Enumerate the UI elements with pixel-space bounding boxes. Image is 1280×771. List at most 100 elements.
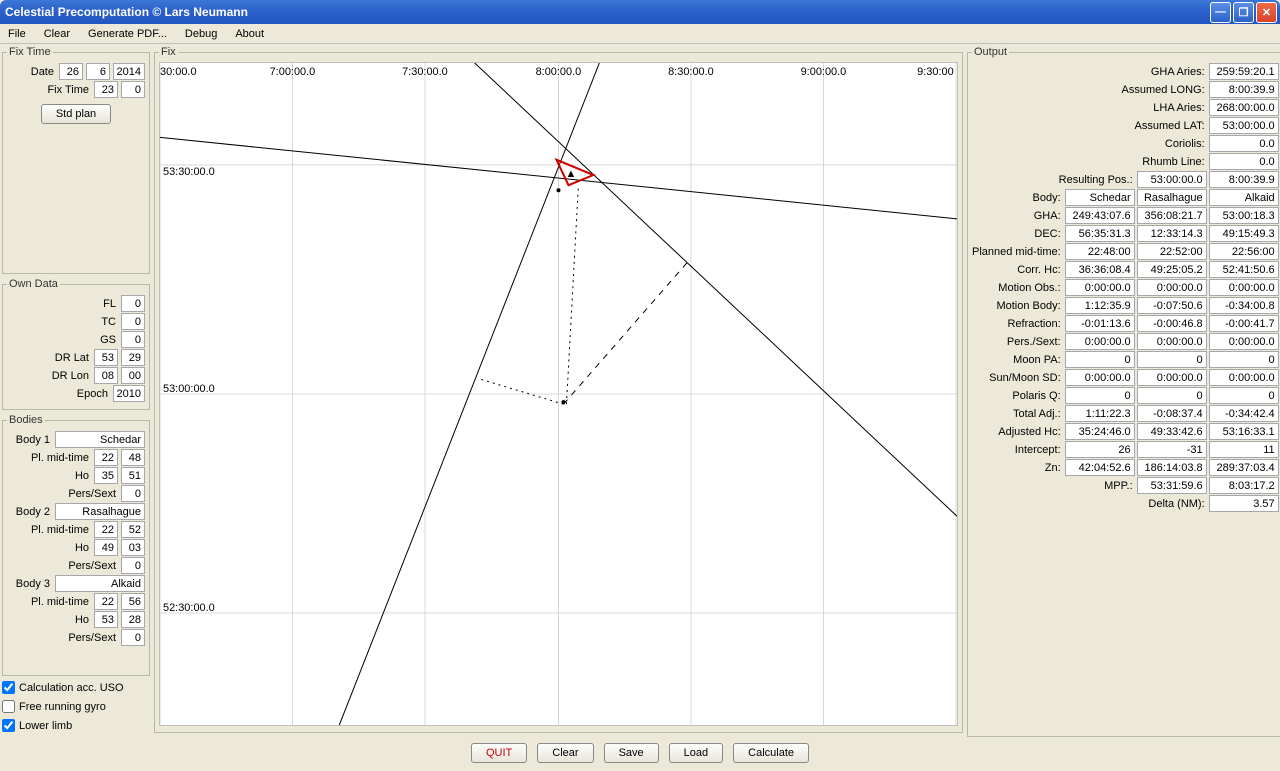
output-label: Adjusted Hc: — [998, 426, 1062, 438]
output-value: 1:12:35.9 — [1065, 297, 1135, 314]
owndata-group: Own Data FL TC GS DR Lat DR Lon Epoch — [2, 278, 150, 410]
output-value: 56:35:31.3 — [1065, 225, 1135, 242]
output-row: Corr. Hc:36:36:08.449:25:05.252:41:50.6 — [972, 261, 1279, 278]
menu-clear[interactable]: Clear — [40, 26, 74, 42]
output-label: DEC: — [1034, 228, 1062, 240]
std-plan-button[interactable]: Std plan — [41, 104, 111, 124]
date-day-input[interactable] — [59, 63, 83, 80]
output-label: Motion Body: — [996, 300, 1062, 312]
output-value: 52:41:50.6 — [1209, 261, 1279, 278]
body3-ho-m-input[interactable] — [121, 611, 145, 628]
output-legend: Output — [972, 46, 1009, 58]
minimize-button[interactable]: — — [1210, 2, 1231, 23]
bodies-group: Bodies Body 1 Pl. mid-time Ho Pers/Sext … — [2, 414, 150, 676]
output-label: Zn: — [1045, 462, 1063, 474]
body3-mid-m-input[interactable] — [121, 593, 145, 610]
output-value: 0 — [1209, 387, 1279, 404]
load-button[interactable]: Load — [669, 743, 723, 763]
output-value: Alkaid — [1209, 189, 1279, 206]
epoch-input[interactable] — [113, 385, 145, 402]
tc-input[interactable] — [121, 313, 145, 330]
gs-input[interactable] — [121, 331, 145, 348]
output-row: Delta (NM):3.57 — [972, 495, 1279, 512]
output-value: 36:36:08.4 — [1065, 261, 1135, 278]
output-value: 356:08:21.7 — [1137, 207, 1207, 224]
output-value: 22:52:00 — [1137, 243, 1207, 260]
output-value: 26 — [1065, 441, 1135, 458]
body1-mid-m-input[interactable] — [121, 449, 145, 466]
body3-ho-label: Ho — [75, 614, 89, 626]
output-label: Pers./Sext: — [1007, 336, 1063, 348]
svg-text:8:00:00.0: 8:00:00.0 — [536, 66, 582, 78]
output-label: Rhumb Line: — [1142, 156, 1206, 168]
output-value: -0:00:41.7 — [1209, 315, 1279, 332]
drlat-deg-input[interactable] — [94, 349, 118, 366]
body3-mid-h-input[interactable] — [94, 593, 118, 610]
output-value: 53:00:00.0 — [1209, 117, 1279, 134]
fl-input[interactable] — [121, 295, 145, 312]
fixtime-hour-input[interactable] — [94, 81, 118, 98]
body1-ps-input[interactable] — [121, 485, 145, 502]
fix-plot[interactable]: ▲ 30:00.0 7:00:00.0 7:30:00.0 8:00:00.0 … — [159, 62, 958, 726]
save-button[interactable]: Save — [604, 743, 659, 763]
svg-text:9:30:00: 9:30:00 — [917, 66, 954, 78]
maximize-button[interactable]: ❐ — [1233, 2, 1254, 23]
body1-ho-m-input[interactable] — [121, 467, 145, 484]
titlebar: Celestial Precomputation © Lars Neumann … — [0, 0, 1280, 24]
body2-ho-d-input[interactable] — [94, 539, 118, 556]
output-row: GHA:249:43:07.6356:08:21.753:00:18.3 — [972, 207, 1279, 224]
output-row: Total Adj.:1:11:22.3-0:08:37.4-0:34:42.4 — [972, 405, 1279, 422]
fixtime-min-input[interactable] — [121, 81, 145, 98]
output-row: Motion Body:1:12:35.9-0:07:50.6-0:34:00.… — [972, 297, 1279, 314]
output-row: Pers./Sext:0:00:00.00:00:00.00:00:00.0 — [972, 333, 1279, 350]
body1-ho-d-input[interactable] — [94, 467, 118, 484]
body2-mid-label: Pl. mid-time — [31, 524, 89, 536]
output-value: 186:14:03.8 — [1137, 459, 1207, 476]
body3-ps-input[interactable] — [121, 629, 145, 646]
menu-debug[interactable]: Debug — [181, 26, 221, 42]
output-value: 0:00:00.0 — [1065, 279, 1135, 296]
output-value: Rasalhague — [1137, 189, 1207, 206]
uso-checkbox[interactable] — [2, 681, 15, 694]
output-value: 53:00:18.3 — [1209, 207, 1279, 224]
menu-about[interactable]: About — [231, 26, 268, 42]
body2-ho-m-input[interactable] — [121, 539, 145, 556]
body3-ho-d-input[interactable] — [94, 611, 118, 628]
output-value: -31 — [1137, 441, 1207, 458]
body2-ps-input[interactable] — [121, 557, 145, 574]
body1-mid-h-input[interactable] — [94, 449, 118, 466]
svg-text:8:30:00.0: 8:30:00.0 — [668, 66, 714, 78]
output-row: Body:SchedarRasalhagueAlkaid — [972, 189, 1279, 206]
drlon-deg-input[interactable] — [94, 367, 118, 384]
calculate-button[interactable]: Calculate — [733, 743, 809, 763]
menu-file[interactable]: File — [4, 26, 30, 42]
body2-mid-m-input[interactable] — [121, 521, 145, 538]
close-button[interactable]: ✕ — [1256, 2, 1277, 23]
drlon-min-input[interactable] — [121, 367, 145, 384]
date-month-input[interactable] — [86, 63, 110, 80]
body1-input[interactable] — [55, 431, 145, 448]
output-row: Assumed LONG:8:00:39.9 — [972, 81, 1279, 98]
body2-mid-h-input[interactable] — [94, 521, 118, 538]
drlat-min-input[interactable] — [121, 349, 145, 366]
output-row: DEC:56:35:31.312:33:14.349:15:49.3 — [972, 225, 1279, 242]
body3-input[interactable] — [55, 575, 145, 592]
output-value: 259:59:20.1 — [1209, 63, 1279, 80]
gyro-checkbox[interactable] — [2, 700, 15, 713]
quit-button[interactable]: QUIT — [471, 743, 527, 763]
output-value: 0:00:00.0 — [1137, 369, 1207, 386]
gs-label: GS — [100, 334, 116, 346]
output-row: Sun/Moon SD:0:00:00.00:00:00.00:00:00.0 — [972, 369, 1279, 386]
clear-button[interactable]: Clear — [537, 743, 593, 763]
menubar: File Clear Generate PDF... Debug About — [0, 24, 1280, 44]
svg-text:7:30:00.0: 7:30:00.0 — [402, 66, 448, 78]
output-value: 49:15:49.3 — [1209, 225, 1279, 242]
output-label: GHA Aries: — [1151, 66, 1207, 78]
date-year-input[interactable] — [113, 63, 145, 80]
limb-checkbox[interactable] — [2, 719, 15, 732]
svg-text:▲: ▲ — [565, 168, 576, 180]
body2-input[interactable] — [55, 503, 145, 520]
menu-generate-pdf[interactable]: Generate PDF... — [84, 26, 171, 42]
output-value: 35:24:46.0 — [1065, 423, 1135, 440]
body1-mid-label: Pl. mid-time — [31, 452, 89, 464]
